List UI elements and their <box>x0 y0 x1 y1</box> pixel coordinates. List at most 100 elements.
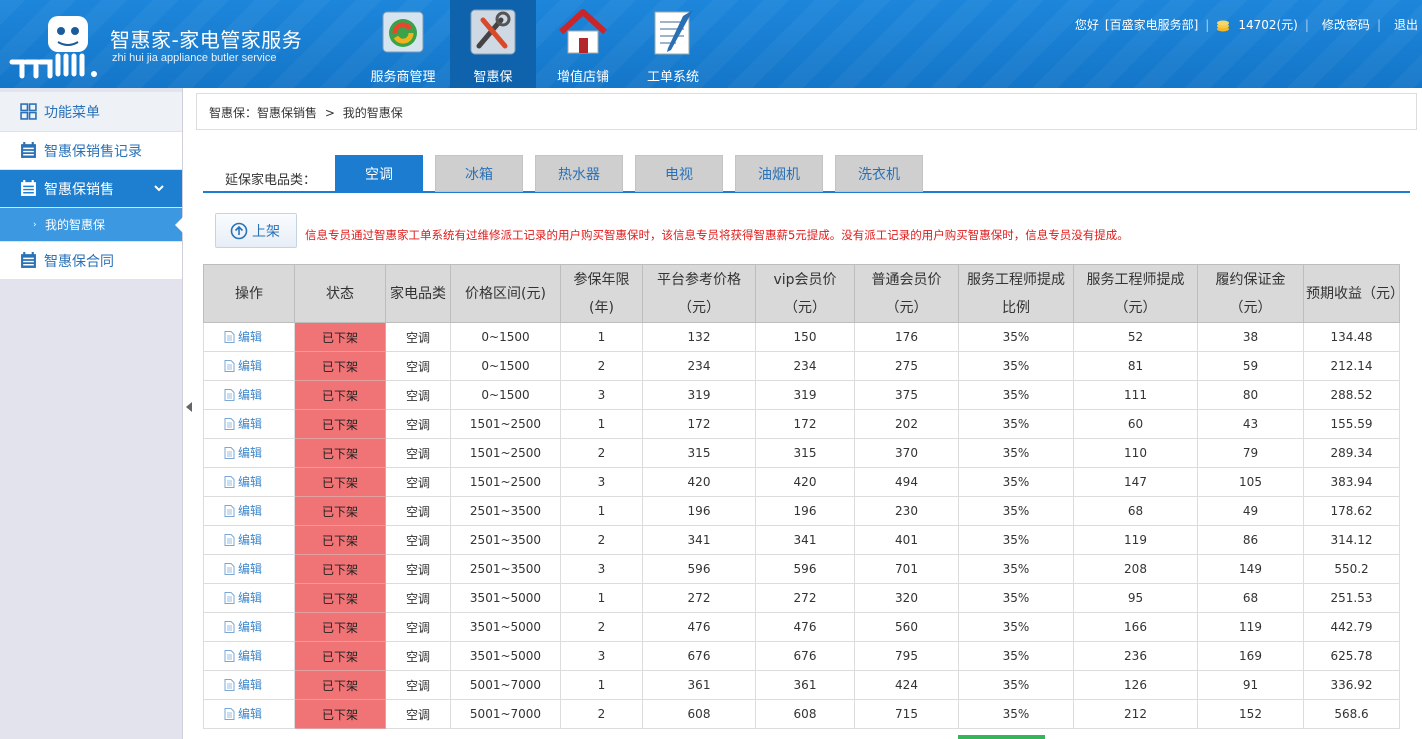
tab-water-heater[interactable]: 热水器 <box>535 155 623 192</box>
cell-commission: 147 <box>1073 467 1198 497</box>
service-provider-icon <box>382 11 424 53</box>
edit-doc-icon <box>224 359 235 372</box>
cell-operation: 编辑 <box>203 670 295 700</box>
collapse-sidebar-icon[interactable] <box>186 402 192 412</box>
cell-income: 336.92 <box>1303 670 1400 700</box>
table-row: 编辑 已下架 空调 2501~3500 1 196 196 230 35% 68 49 178.62 <box>203 496 1400 526</box>
edit-link[interactable]: 编辑 <box>224 589 262 606</box>
cell-platform: 319 <box>642 380 756 410</box>
cell-income: 314.12 <box>1303 525 1400 555</box>
table-row: 编辑 已下架 空调 0~1500 3 319 319 375 35% 111 80 288.52 <box>203 380 1400 410</box>
cell-years: 3 <box>560 554 643 584</box>
edit-doc-icon <box>224 562 235 575</box>
table-row: 编辑 已下架 空调 1501~2500 3 420 420 494 35% 147 105 383.9… <box>203 467 1400 497</box>
cell-commission: 81 <box>1073 351 1198 381</box>
sidebar-item-contract[interactable]: 智惠保合同 <box>0 242 182 280</box>
nav-value-added-store[interactable]: 增值店铺 <box>540 0 626 88</box>
cell-normal: 795 <box>854 641 959 671</box>
nav-work-order[interactable]: 工单系统 <box>630 0 716 88</box>
cell-platform: 172 <box>642 409 756 439</box>
sidebar-item-label: 我的智惠保 <box>45 218 106 232</box>
up-button-label: 上架 <box>252 223 280 240</box>
edit-doc-icon <box>224 678 235 691</box>
cell-ratio: 35% <box>958 612 1074 642</box>
org-name: [百盛家电服务部] <box>1104 18 1199 32</box>
sidebar-item-label: 智惠保销售记录 <box>44 143 142 160</box>
cell-operation: 编辑 <box>203 322 295 352</box>
breadcrumb-root: 智惠保： <box>209 106 258 120</box>
logout-link[interactable]: 退出 <box>1394 16 1418 33</box>
sidebar-item-my-zhihuibao[interactable]: › 我的智惠保 <box>0 208 183 242</box>
cell-normal: 230 <box>854 496 959 526</box>
edit-label: 编辑 <box>238 678 263 693</box>
tab-washing-machine[interactable]: 洗衣机 <box>835 155 923 192</box>
cell-normal: 715 <box>854 699 959 729</box>
edit-link[interactable]: 编辑 <box>224 647 262 664</box>
cell-years: 1 <box>560 322 643 352</box>
tab-tv[interactable]: 电视 <box>635 155 723 192</box>
cell-category: 空调 <box>385 525 451 555</box>
edit-link[interactable]: 编辑 <box>224 676 262 693</box>
cell-platform: 476 <box>642 612 756 642</box>
sidebar: 功能菜单 智惠保销售记录 智惠保销售 › 我的智惠保 智惠保合同 <box>0 88 183 739</box>
column-header: vip会员价（元） <box>755 264 855 323</box>
cell-platform: 196 <box>642 496 756 526</box>
cell-years: 3 <box>560 641 643 671</box>
table-row: 编辑 已下架 空调 5001~7000 2 608 608 715 35% 212 152 568.6 <box>203 699 1400 729</box>
edit-doc-icon <box>224 707 235 720</box>
cell-category: 空调 <box>385 641 451 671</box>
cell-category: 空调 <box>385 612 451 642</box>
sidebar-item-sales[interactable]: 智惠保销售 <box>0 170 182 208</box>
cell-range: 1501~2500 <box>450 438 561 468</box>
cell-commission: 95 <box>1073 583 1198 613</box>
edit-label: 编辑 <box>238 475 263 490</box>
cell-income: 155.59 <box>1303 409 1400 439</box>
tab-range-hood[interactable]: 油烟机 <box>735 155 823 192</box>
cell-commission: 208 <box>1073 554 1198 584</box>
edit-link[interactable]: 编辑 <box>224 473 262 490</box>
edit-link[interactable]: 编辑 <box>224 415 262 432</box>
edit-link[interactable]: 编辑 <box>224 531 262 548</box>
cell-normal: 176 <box>854 322 959 352</box>
edit-label: 编辑 <box>238 707 263 722</box>
change-password-link[interactable]: 修改密码 <box>1322 16 1370 33</box>
table-row: 编辑 已下架 空调 3501~5000 3 676 676 795 35% 236 169 625.7… <box>203 641 1400 671</box>
cell-status: 已下架 <box>294 351 386 381</box>
edit-link[interactable]: 编辑 <box>224 357 262 374</box>
edit-label: 编辑 <box>238 562 263 577</box>
table-row: 编辑 已下架 空调 5001~7000 1 361 361 424 35% 126 91 336.92 <box>203 670 1400 700</box>
cell-vip: 420 <box>755 467 855 497</box>
column-header: 价格区间(元) <box>450 264 561 323</box>
cell-category: 空调 <box>385 496 451 526</box>
cell-operation: 编辑 <box>203 525 295 555</box>
breadcrumb-parent[interactable]: 智惠保销售 <box>257 106 317 120</box>
cell-years: 3 <box>560 467 643 497</box>
edit-label: 编辑 <box>238 504 263 519</box>
sidebar-menu-title: 功能菜单 <box>0 92 182 132</box>
edit-link[interactable]: 编辑 <box>224 328 262 345</box>
edit-link[interactable]: 编辑 <box>224 386 262 403</box>
cell-years: 2 <box>560 612 643 642</box>
cell-commission: 52 <box>1073 322 1198 352</box>
cell-range: 2501~3500 <box>450 554 561 584</box>
tab-refrigerator[interactable]: 冰箱 <box>435 155 523 192</box>
cell-ratio: 35% <box>958 380 1074 410</box>
cell-deposit: 169 <box>1197 641 1304 671</box>
cell-vip: 150 <box>755 322 855 352</box>
tabs-label: 延保家电品类： <box>225 173 317 188</box>
list-on-shelf-button[interactable]: 上架 <box>215 213 297 248</box>
tab-air-conditioner[interactable]: 空调 <box>335 155 423 192</box>
cell-normal: 494 <box>854 467 959 497</box>
sidebar-item-sales-record[interactable]: 智惠保销售记录 <box>0 132 182 170</box>
nav-service-provider[interactable]: 服务商管理 <box>360 0 446 88</box>
edit-doc-icon <box>224 330 235 343</box>
edit-link[interactable]: 编辑 <box>224 705 262 722</box>
cell-vip: 196 <box>755 496 855 526</box>
edit-link[interactable]: 编辑 <box>224 560 262 577</box>
edit-link[interactable]: 编辑 <box>224 502 262 519</box>
edit-label: 编辑 <box>238 330 263 345</box>
nav-zhihuibao[interactable]: 智惠保 <box>450 0 536 88</box>
table-row: 编辑 已下架 空调 3501~5000 1 272 272 320 35% 95 68 251.53 <box>203 583 1400 613</box>
edit-link[interactable]: 编辑 <box>224 618 262 635</box>
edit-link[interactable]: 编辑 <box>224 444 262 461</box>
